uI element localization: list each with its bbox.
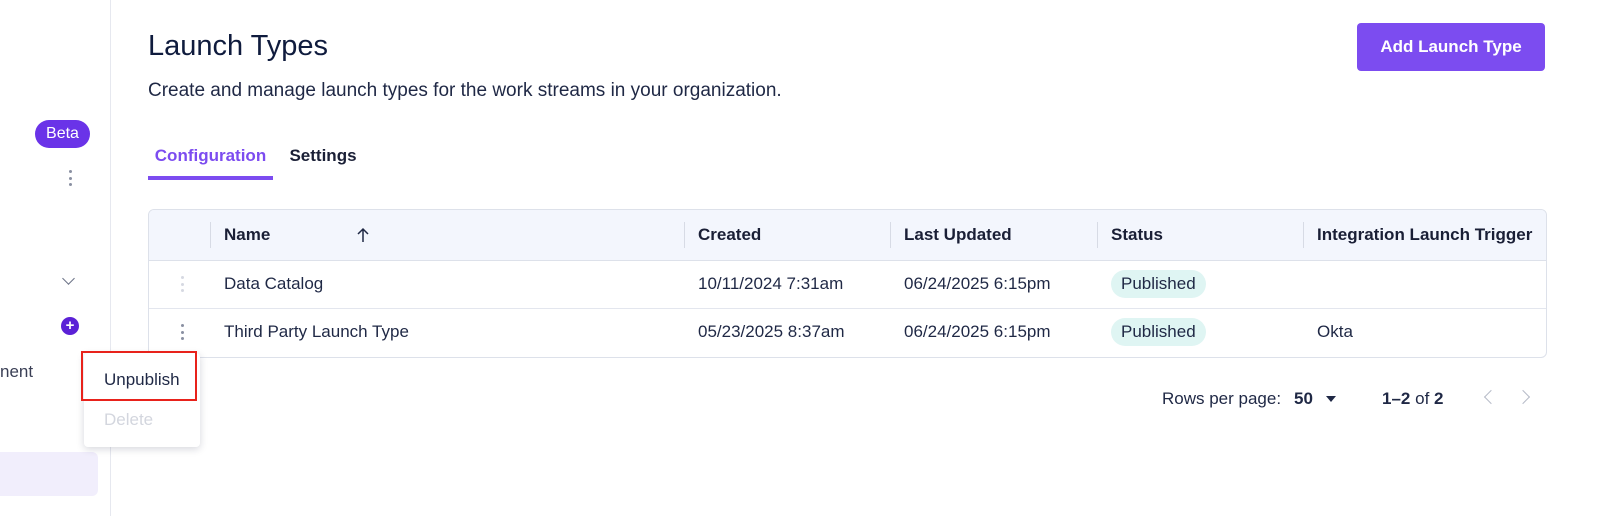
sidebar-active-item[interactable]	[0, 452, 98, 496]
column-header-status[interactable]: Status	[1111, 210, 1163, 260]
page-title: Launch Types	[148, 30, 329, 62]
table-header: Name Created Last Updated Status Integra…	[149, 210, 1546, 261]
cell-created: 10/11/2024 7:31am	[698, 274, 844, 293]
menu-item-delete: Delete	[104, 410, 154, 429]
status-badge: Published	[1111, 270, 1206, 298]
row-kebab-menu-icon[interactable]	[180, 324, 184, 340]
column-divider	[210, 222, 211, 248]
table-row[interactable]: Data Catalog 10/11/2024 7:31am 06/24/202…	[149, 260, 1546, 309]
pagination-range-of: of	[1415, 389, 1430, 408]
tab-settings[interactable]: Settings	[283, 140, 363, 180]
table-row[interactable]: Third Party Launch Type 05/23/2025 8:37a…	[149, 308, 1546, 356]
chevron-left-icon[interactable]	[1483, 389, 1499, 405]
column-divider	[890, 222, 891, 248]
column-divider	[684, 222, 685, 248]
cell-last-updated: 06/24/2025 6:15pm	[904, 322, 1051, 341]
pagination-range-total: 2	[1434, 389, 1444, 408]
rows-per-page-value: 50	[1294, 389, 1313, 408]
rows-per-page-label: Rows per page:	[1162, 389, 1282, 408]
row-kebab-menu-icon[interactable]	[180, 276, 184, 292]
pagination-range-start-end: 1–2	[1382, 389, 1411, 408]
cell-name: Data Catalog	[224, 274, 324, 293]
status-badge: Published	[1111, 318, 1206, 346]
caret-down-icon[interactable]	[1326, 396, 1336, 402]
pagination-range: 1–2 of 2	[1382, 389, 1444, 409]
cell-created: 05/23/2025 8:37am	[698, 322, 845, 341]
add-launch-type-button[interactable]: Add Launch Type	[1357, 23, 1545, 71]
cell-integration-trigger: Okta	[1317, 322, 1353, 341]
column-header-created[interactable]: Created	[698, 210, 761, 260]
beta-badge: Beta	[35, 120, 90, 148]
menu-item-unpublish[interactable]: Unpublish	[84, 360, 200, 400]
column-divider	[1097, 222, 1098, 248]
column-divider	[1303, 222, 1304, 248]
sort-up-arrow-icon[interactable]	[357, 227, 369, 243]
column-header-name[interactable]: Name	[224, 210, 270, 260]
sidebar-item-partial[interactable]: nent	[0, 362, 33, 382]
launch-types-table: Name Created Last Updated Status Integra…	[148, 209, 1547, 358]
page-subtitle: Create and manage launch types for the w…	[148, 80, 782, 101]
tab-configuration[interactable]: Configuration	[148, 140, 273, 180]
chevron-down-icon[interactable]	[62, 272, 75, 285]
cell-last-updated: 06/24/2025 6:15pm	[904, 274, 1051, 293]
column-header-name-label: Name	[224, 225, 271, 244]
column-header-integration-launch-trigger[interactable]: Integration Launch Trigger	[1317, 210, 1532, 260]
row-actions-menu: Unpublish Delete	[84, 353, 200, 447]
column-header-last-updated[interactable]: Last Updated	[904, 210, 1012, 260]
cell-name: Third Party Launch Type	[224, 322, 409, 341]
plus-icon[interactable]: +	[61, 317, 79, 335]
sidebar-kebab-menu-icon[interactable]	[62, 170, 78, 186]
chevron-right-icon[interactable]	[1515, 389, 1531, 405]
